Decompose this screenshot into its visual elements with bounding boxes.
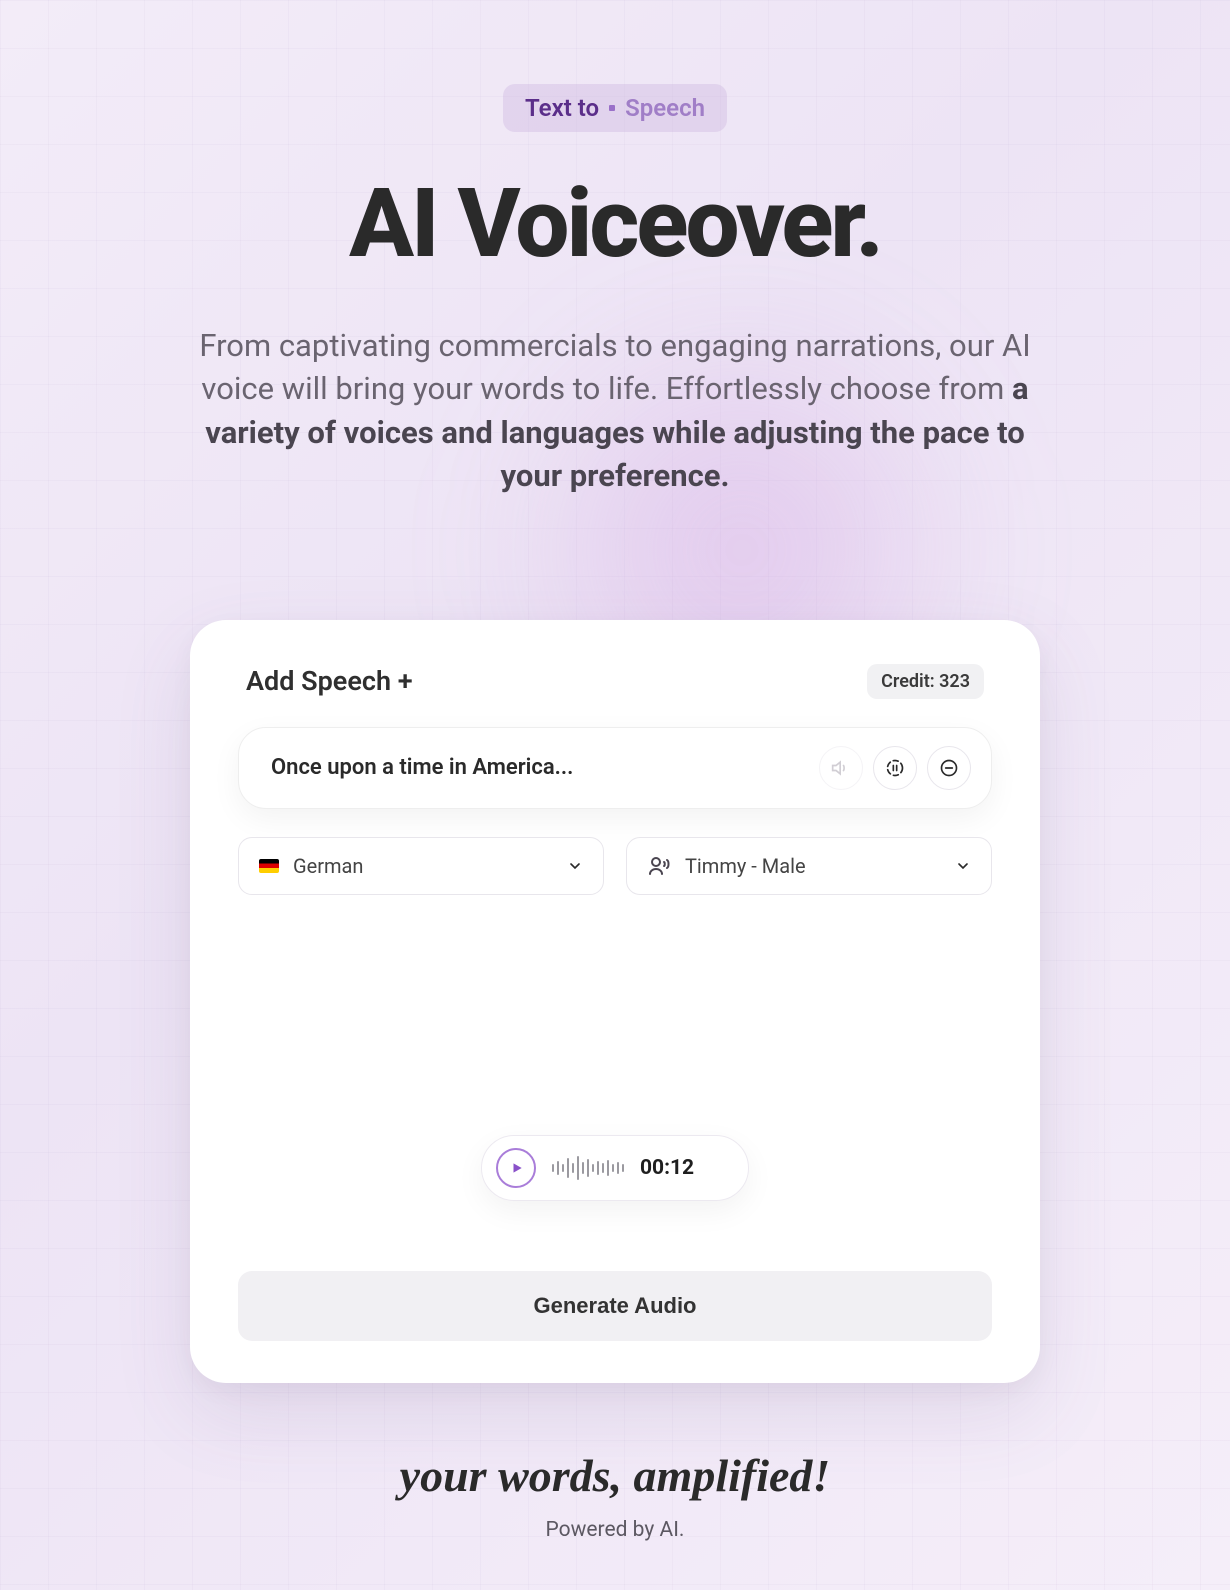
- page-description: From captivating commercials to engaging…: [175, 324, 1055, 498]
- volume-icon: [831, 758, 851, 778]
- voice-person-icon: [647, 854, 671, 878]
- minus-circle-icon: [939, 758, 959, 778]
- speech-text-input[interactable]: Once upon a time in America...: [271, 755, 809, 780]
- voiceover-card: Add Speech + Credit: 323 Once upon a tim…: [190, 620, 1040, 1383]
- tag-separator-icon: [609, 105, 615, 111]
- tag-text-left: Text to: [525, 94, 599, 122]
- desc-text: From captivating commercials to engaging…: [199, 327, 1030, 407]
- chevron-down-icon: [955, 858, 971, 874]
- play-icon: [510, 1161, 524, 1175]
- pause-icon: [885, 758, 905, 778]
- language-dropdown[interactable]: German: [238, 837, 604, 895]
- remove-button[interactable]: [927, 746, 971, 790]
- mini-waveform-icon: [552, 1156, 624, 1180]
- tag-text-right: Speech: [625, 94, 705, 122]
- volume-button[interactable]: [819, 746, 863, 790]
- speech-input-row: Once upon a time in America...: [238, 727, 992, 809]
- audio-player: 00:12: [481, 1135, 749, 1201]
- play-button[interactable]: [496, 1148, 536, 1188]
- germany-flag-icon: [259, 859, 279, 873]
- feature-tag: Text to Speech: [503, 84, 727, 132]
- chevron-down-icon: [567, 858, 583, 874]
- timecode: 00:12: [640, 1156, 694, 1180]
- powered-by-label: Powered by AI.: [546, 1518, 685, 1542]
- pause-button[interactable]: [873, 746, 917, 790]
- waveform-icon: [445, 945, 785, 1095]
- language-label: German: [293, 854, 553, 878]
- waveform-visualization: [238, 945, 992, 1095]
- page-title: AI Voiceover.: [349, 168, 881, 280]
- voice-dropdown[interactable]: Timmy - Male: [626, 837, 992, 895]
- generate-audio-button[interactable]: Generate Audio: [238, 1271, 992, 1341]
- voice-label: Timmy - Male: [685, 854, 941, 878]
- tagline: your words, amplified!: [400, 1449, 831, 1502]
- add-speech-button[interactable]: Add Speech +: [246, 665, 413, 697]
- credit-badge: Credit: 323: [867, 664, 984, 699]
